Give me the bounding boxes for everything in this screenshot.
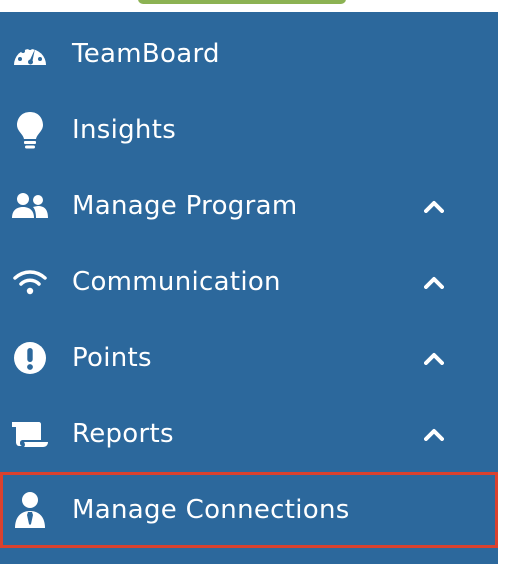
sidebar-item-label: Manage Program (72, 191, 298, 221)
sidebar-item-label: Insights (72, 115, 177, 145)
sidebar-item-reports[interactable]: Reports (0, 396, 498, 472)
scroll-icon (10, 414, 50, 454)
sidebar-item-teamboard[interactable]: TeamBoard (0, 16, 498, 92)
sidebar-menu: TeamBoard Insights Manage Program Commun… (0, 16, 498, 548)
chevron-up-icon[interactable] (420, 344, 448, 372)
sidebar-item-label: TeamBoard (72, 39, 220, 69)
exclamation-circle-icon (10, 338, 50, 378)
sidebar-item-insights[interactable]: Insights (0, 92, 498, 168)
dashboard-gauge-icon (10, 34, 50, 74)
wifi-icon (10, 262, 50, 302)
sidebar-item-label: Reports (72, 419, 174, 449)
sidebar-item-label: Manage Connections (72, 495, 350, 525)
right-edge-strip (498, 0, 510, 564)
chevron-up-icon[interactable] (420, 192, 448, 220)
chevron-up-icon[interactable] (420, 268, 448, 296)
sidebar-item-manage-program[interactable]: Manage Program (0, 168, 498, 244)
users-icon (10, 186, 50, 226)
sidebar-item-label: Communication (72, 267, 281, 297)
chevron-up-icon[interactable] (420, 420, 448, 448)
sidebar-item-communication[interactable]: Communication (0, 244, 498, 320)
top-action-pill[interactable] (138, 0, 346, 4)
sidebar-item-label: Points (72, 343, 152, 373)
top-bar (0, 0, 498, 12)
sidebar-item-manage-connections[interactable]: Manage Connections (0, 472, 498, 548)
user-tie-icon (10, 490, 50, 530)
lightbulb-icon (10, 110, 50, 150)
sidebar-item-points[interactable]: Points (0, 320, 498, 396)
